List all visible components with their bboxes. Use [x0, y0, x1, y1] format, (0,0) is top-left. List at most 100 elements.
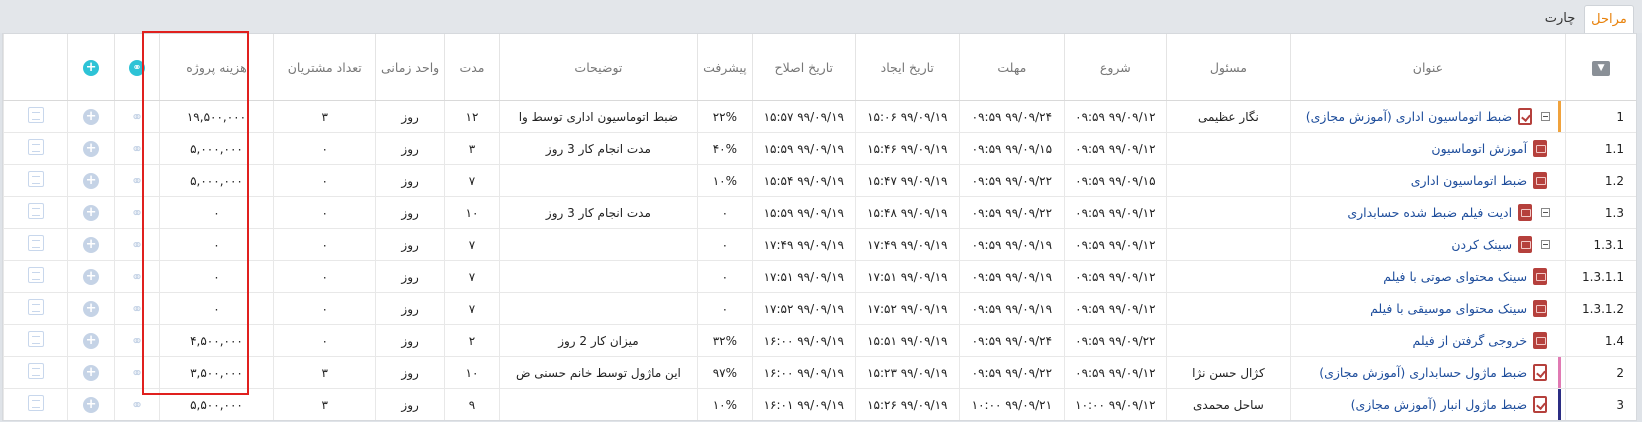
table-row[interactable]: 3 ضبط ماژول انبار (آموزش مجازی) ساحل محمدی… — [3, 388, 1636, 420]
header-customers[interactable]: تعداد مشتریان — [273, 34, 376, 101]
header-progress[interactable]: پیشرفت — [696, 34, 753, 101]
document-icon[interactable] — [27, 139, 44, 155]
document-icon[interactable] — [27, 107, 44, 123]
task-title-link[interactable]: ضبط ماژول حسابداری (آموزش مجازی) — [1319, 365, 1527, 380]
add-subtask-icon[interactable]: + — [83, 268, 100, 285]
cell-add[interactable]: + — [67, 388, 115, 420]
cell-doc[interactable] — [3, 388, 68, 420]
link-icon[interactable]: ⚭ — [129, 109, 145, 125]
cell-link[interactable]: ⚭ — [114, 324, 160, 357]
row-title-cell[interactable]: ضبط ماژول انبار (آموزش مجازی) — [1289, 388, 1566, 420]
cell-link[interactable]: ⚭ — [114, 388, 160, 420]
add-subtask-icon[interactable]: + — [83, 204, 100, 221]
task-title-link[interactable]: ضبط ماژول انبار (آموزش مجازی) — [1351, 397, 1527, 412]
task-title-link[interactable]: ضبط اتوماسیون اداری (آموزش مجازی) — [1306, 109, 1512, 124]
add-subtask-icon[interactable]: + — [83, 364, 100, 381]
cell-add[interactable]: + — [67, 132, 115, 165]
row-title-cell[interactable]: سینک محتوای موسیقی با فیلم — [1289, 292, 1566, 325]
link-icon[interactable]: ⚭ — [129, 333, 145, 349]
cell-link[interactable]: ⚭ — [114, 228, 160, 261]
add-subtask-icon[interactable]: + — [83, 236, 100, 253]
task-title-link[interactable]: سینک محتوای صوتی با فیلم — [1383, 269, 1527, 284]
link-icon[interactable]: ⚭ — [129, 237, 145, 253]
header-modified[interactable]: تاریخ اصلاح — [752, 34, 855, 101]
link-icon[interactable]: ⚭ — [128, 59, 145, 76]
cell-add[interactable]: + — [67, 324, 115, 357]
document-icon[interactable] — [27, 203, 44, 219]
add-subtask-icon[interactable]: + — [83, 332, 100, 349]
link-icon[interactable]: ⚭ — [129, 301, 145, 317]
document-icon[interactable] — [27, 267, 44, 283]
cell-link[interactable]: ⚭ — [114, 260, 160, 293]
table-row[interactable]: 1.3.1 سینک کردن ۰۹:۵۹ ۹۹/۰۹/۱۲ ۰۹:۵۹ ۹۹/۰۹/… — [3, 228, 1636, 261]
add-subtask-icon[interactable]: + — [83, 108, 100, 125]
cell-doc[interactable] — [3, 228, 68, 261]
task-title-link[interactable]: آموزش اتوماسیون — [1431, 141, 1527, 156]
document-icon[interactable] — [27, 171, 44, 187]
header-start[interactable]: شروع — [1063, 34, 1167, 101]
table-row[interactable]: 1.3.1.2 سینک محتوای موسیقی با فیلم ۰۹:۵۹ ۹… — [3, 292, 1636, 325]
task-title-link[interactable]: ضبط اتوماسیون اداری — [1411, 173, 1527, 188]
cell-link[interactable]: ⚭ — [114, 196, 160, 229]
header-time-unit[interactable]: واحد زمانی — [375, 34, 445, 101]
cell-add[interactable]: + — [67, 228, 115, 261]
link-icon[interactable]: ⚭ — [129, 141, 145, 157]
cell-doc[interactable] — [3, 196, 68, 229]
link-icon[interactable]: ⚭ — [129, 397, 145, 413]
header-description[interactable]: توضیحات — [499, 34, 698, 101]
table-row[interactable]: 1.3 ادیت فیلم ضبط شده حسابداری ۰۹:۵۹ ۹۹/۰۹… — [3, 196, 1636, 229]
header-created[interactable]: تاریخ ایجاد — [854, 34, 960, 101]
cell-add[interactable]: + — [67, 356, 115, 389]
cell-add[interactable]: + — [67, 164, 115, 197]
cell-link[interactable]: ⚭ — [114, 100, 160, 133]
cell-doc[interactable] — [3, 260, 68, 293]
tab-chart[interactable]: چارت — [1536, 5, 1584, 32]
cell-link[interactable]: ⚭ — [114, 132, 160, 165]
header-cost[interactable]: هزینه پروژه — [158, 34, 274, 101]
add-subtask-icon[interactable]: + — [83, 300, 100, 317]
table-row[interactable]: 1 ضبط اتوماسیون اداری (آموزش مجازی) نگار ع… — [3, 100, 1636, 133]
link-icon[interactable]: ⚭ — [129, 365, 145, 381]
table-row[interactable]: 1.3.1.1 سینک محتوای صوتی با فیلم ۰۹:۵۹ ۹۹/… — [3, 260, 1636, 293]
dropdown-icon[interactable]: ▼ — [1592, 61, 1611, 76]
header-deadline[interactable]: مهلت — [959, 34, 1065, 101]
table-row[interactable]: 1.2 ضبط اتوماسیون اداری ۰۹:۵۹ ۹۹/۰۹/۱۵ ۰۹:۵… — [3, 164, 1636, 197]
cell-doc[interactable] — [3, 324, 68, 357]
row-title-cell[interactable]: ضبط ماژول حسابداری (آموزش مجازی) — [1289, 356, 1566, 389]
row-title-cell[interactable]: ضبط اتوماسیون اداری (آموزش مجازی) — [1289, 100, 1566, 133]
row-title-cell[interactable]: آموزش اتوماسیون — [1289, 132, 1566, 165]
header-menu[interactable]: ▼ — [1565, 34, 1636, 101]
cell-add[interactable]: + — [67, 100, 115, 133]
cell-doc[interactable] — [3, 356, 68, 389]
cell-add[interactable]: + — [67, 292, 115, 325]
document-icon[interactable] — [27, 331, 44, 347]
document-icon[interactable] — [27, 395, 44, 411]
link-icon[interactable]: ⚭ — [129, 269, 145, 285]
cell-add[interactable]: + — [67, 260, 115, 293]
add-icon[interactable]: + — [83, 59, 100, 76]
cell-link[interactable]: ⚭ — [114, 356, 160, 389]
add-subtask-icon[interactable]: + — [83, 396, 100, 413]
row-title-cell[interactable]: ادیت فیلم ضبط شده حسابداری — [1289, 196, 1566, 229]
document-icon[interactable] — [27, 235, 44, 251]
add-subtask-icon[interactable]: + — [83, 140, 100, 157]
add-subtask-icon[interactable]: + — [83, 172, 100, 189]
link-icon[interactable]: ⚭ — [129, 205, 145, 221]
tab-stages[interactable]: مراحل — [1584, 5, 1634, 33]
task-title-link[interactable]: سینک محتوای موسیقی با فیلم — [1370, 301, 1527, 316]
row-title-cell[interactable]: سینک کردن — [1289, 228, 1566, 261]
cell-doc[interactable] — [3, 292, 68, 325]
collapse-icon[interactable] — [1541, 112, 1551, 121]
cell-link[interactable]: ⚭ — [114, 164, 160, 197]
row-title-cell[interactable]: سینک محتوای صوتی با فیلم — [1289, 260, 1566, 293]
document-icon[interactable] — [27, 363, 44, 379]
cell-link[interactable]: ⚭ — [114, 292, 160, 325]
row-title-cell[interactable]: ضبط اتوماسیون اداری — [1289, 164, 1566, 197]
task-title-link[interactable]: ادیت فیلم ضبط شده حسابداری — [1347, 205, 1512, 220]
document-icon[interactable] — [27, 299, 44, 315]
task-title-link[interactable]: خروجی گرفتن از فیلم — [1413, 333, 1528, 348]
collapse-icon[interactable] — [1541, 240, 1551, 249]
table-row[interactable]: 1.1 آموزش اتوماسیون ۰۹:۵۹ ۹۹/۰۹/۱۲ ۰۹:۵۹ ۹۹… — [3, 132, 1636, 165]
header-title[interactable]: عنوان — [1289, 34, 1566, 101]
row-title-cell[interactable]: خروجی گرفتن از فیلم — [1289, 324, 1566, 357]
